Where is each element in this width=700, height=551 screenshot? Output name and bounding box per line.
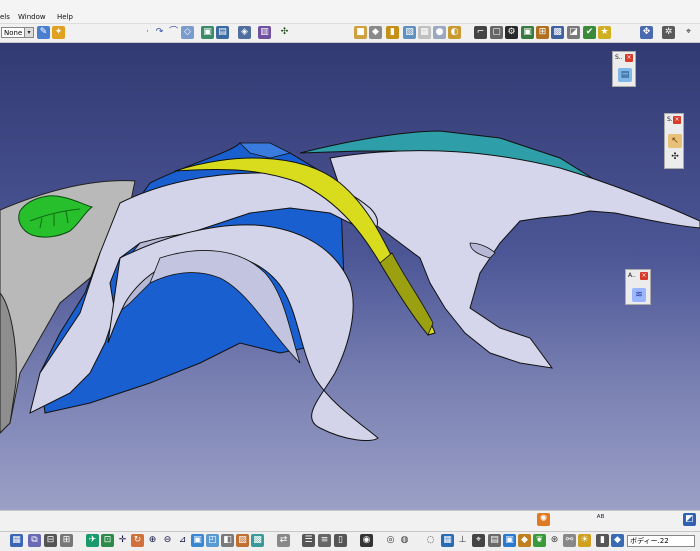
graph-icon[interactable]: ⧉	[28, 534, 41, 547]
dimension-icon[interactable]: ▣	[521, 26, 534, 39]
select-icon[interactable]: ↖	[668, 134, 682, 148]
box-icon[interactable]: ▧	[403, 26, 416, 39]
shell-icon[interactable]: ◍	[398, 534, 411, 547]
surface-icon[interactable]: ▤	[618, 68, 632, 82]
iso-view-icon[interactable]: ◰	[206, 534, 219, 547]
3d-model	[0, 130, 700, 441]
spline-icon[interactable]: ↷	[153, 26, 166, 39]
cube-view-icon[interactable]: ■	[354, 26, 367, 39]
extrude-icon[interactable]: ▣	[201, 26, 214, 39]
manipulator-icon[interactable]: ✥	[640, 26, 653, 39]
compass-icon[interactable]: ⌖	[472, 534, 485, 547]
sketch-icon[interactable]: ⌐	[474, 26, 487, 39]
edit-icon[interactable]: ✎	[37, 26, 50, 39]
shading-icon[interactable]: ◆	[369, 26, 382, 39]
swap-icon[interactable]: ⇄	[277, 534, 290, 547]
cylinder-icon[interactable]: ◐	[448, 26, 461, 39]
bottom-toolbar: ▦ ⧉ ⊟ ⊞ ✈ ⊡ ✛ ↻ ⊕ ⊖ ⊿ ▣ ◰ ◧ ▨ ▩ ⇄ ☰ ≡ ▯ …	[0, 531, 700, 551]
layers-icon[interactable]: ☰	[302, 534, 315, 547]
light-icon[interactable]: ☀	[578, 534, 591, 547]
constraint-icon[interactable]: ⚙	[505, 26, 518, 39]
axis-icon[interactable]: ⊞	[536, 26, 549, 39]
workbench-icon[interactable]: ◩	[683, 513, 696, 526]
cursor-icon[interactable]: ⌖	[682, 26, 695, 39]
measure-icon[interactable]: ≡	[318, 534, 331, 547]
check-icon[interactable]: ✔	[583, 26, 596, 39]
part-icon[interactable]: ◆	[518, 534, 531, 547]
3d-viewport[interactable]: S.. × ▤ S.. × ↖ ✣ A.. × ≋	[0, 43, 700, 510]
surface-icon[interactable]: ◇	[181, 26, 194, 39]
menu-bar: els Window Help	[0, 0, 700, 24]
zoom-out-icon[interactable]: ⊖	[161, 534, 174, 547]
rotate-icon[interactable]: ↻	[131, 534, 144, 547]
zoom-in-icon[interactable]: ⊕	[146, 534, 159, 547]
edges-icon[interactable]: ▨	[236, 534, 249, 547]
chevron-down-icon[interactable]: ▾	[24, 28, 33, 37]
transform-icon[interactable]: ✣	[668, 150, 682, 164]
filter-combo-value: None	[4, 29, 23, 37]
circle-icon[interactable]: ◌	[424, 534, 437, 547]
curve-icon[interactable]: ⌒	[167, 26, 180, 39]
menu-tools[interactable]: els	[0, 13, 10, 21]
normal-view-icon[interactable]: ⊿	[176, 534, 189, 547]
catalog-icon[interactable]: ⊟	[44, 534, 57, 547]
frame-icon[interactable]: ▢	[490, 26, 503, 39]
plane-icon[interactable]: ▩	[551, 26, 564, 39]
project-icon[interactable]: ◪	[567, 26, 580, 39]
menu-window[interactable]: Window	[18, 13, 46, 21]
table-icon[interactable]: ▤	[488, 534, 501, 547]
fly-icon[interactable]: ✈	[86, 534, 99, 547]
layer-icon[interactable]: ◆	[611, 534, 624, 547]
tree-icon[interactable]: ▦	[10, 534, 23, 547]
top-toolbar: None ▾ ✎ ✦ · ↷ ⌒ ◇ ▣ ▤ ◈ ▥ ✣ ■ ◆ ▮ ▧ ▦ ●…	[0, 24, 700, 43]
floating-toolbar-3-title: A..	[628, 272, 636, 279]
menu-help[interactable]: Help	[57, 13, 73, 21]
bottle-icon[interactable]: ▯	[334, 534, 347, 547]
lower-toolbar-strip: ✺ ᴬᴮ ◩	[0, 510, 700, 531]
solid-icon[interactable]: ▮	[386, 26, 399, 39]
render-icon[interactable]: ✺	[537, 513, 550, 526]
link-icon[interactable]: ⚯	[563, 534, 576, 547]
views-icon[interactable]: ▣	[191, 534, 204, 547]
pan-icon[interactable]: ✛	[116, 534, 129, 547]
sensor-icon[interactable]: ⊛	[548, 534, 561, 547]
filter-combo[interactable]: None ▾	[1, 27, 34, 38]
floating-toolbar-3: A.. × ≋	[625, 269, 651, 305]
camera-icon[interactable]: ◉	[360, 534, 373, 547]
join-icon[interactable]: ◈	[238, 26, 251, 39]
analysis-icon[interactable]: ≋	[632, 288, 646, 302]
transform-icon[interactable]: ✣	[278, 26, 291, 39]
close-icon[interactable]: ×	[673, 116, 681, 124]
command-input-value: ボディー.22	[630, 537, 669, 545]
filter-icon[interactable]: ⊞	[60, 534, 73, 547]
offset-icon[interactable]: ▤	[216, 26, 229, 39]
fit-all-icon[interactable]: ⊡	[101, 534, 114, 547]
abc-icon[interactable]: ᴬᴮ	[594, 513, 607, 526]
grid-icon[interactable]: ▦	[441, 534, 454, 547]
box-icon[interactable]: ▣	[503, 534, 516, 547]
sphere-icon[interactable]: ●	[433, 26, 446, 39]
close-icon[interactable]: ×	[625, 54, 633, 62]
shading-icon[interactable]: ◧	[221, 534, 234, 547]
update-icon[interactable]: ★	[598, 26, 611, 39]
ruler-icon[interactable]: ▮	[596, 534, 609, 547]
split-icon[interactable]: ▥	[258, 26, 271, 39]
command-input[interactable]: ボディー.22	[627, 535, 695, 547]
gears-icon[interactable]: ✲	[662, 26, 675, 39]
leaf-icon[interactable]: ❦	[533, 534, 546, 547]
floating-toolbar-2: S.. × ↖ ✣	[664, 113, 684, 169]
grid-icon[interactable]: ▦	[418, 26, 431, 39]
hide-show-icon[interactable]: ▩	[251, 534, 264, 547]
brush-icon[interactable]: ✦	[52, 26, 65, 39]
close-icon[interactable]: ×	[640, 272, 648, 280]
axis-icon[interactable]: ⊥	[456, 534, 469, 547]
spiral-icon[interactable]: ◎	[384, 534, 397, 547]
floating-toolbar-1: S.. × ▤	[612, 51, 636, 87]
floating-toolbar-1-title: S..	[615, 54, 623, 61]
